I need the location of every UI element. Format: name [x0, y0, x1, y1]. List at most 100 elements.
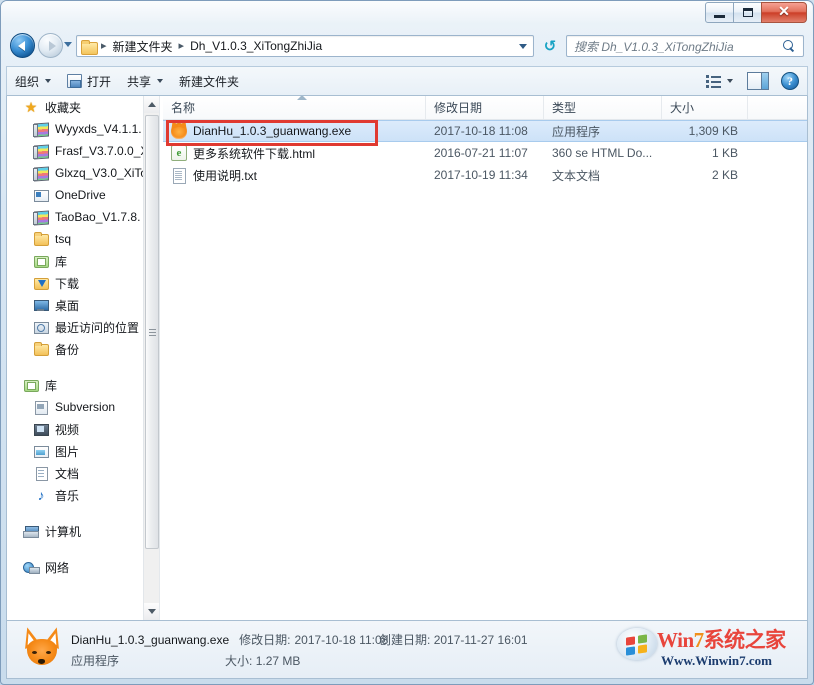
table-row[interactable]: DianHu_1.0.3_guanwang.exe 2017-10-18 11:…	[163, 120, 807, 142]
organize-button[interactable]: 组织	[7, 69, 59, 93]
scrollbar-thumb[interactable]	[145, 115, 159, 549]
sidebar-group-favorites[interactable]: ★ 收藏夹	[7, 96, 159, 118]
close-button[interactable]: ✕	[761, 2, 807, 23]
column-header-date[interactable]: 修改日期	[426, 96, 544, 119]
forward-arrow-icon	[48, 40, 56, 51]
details-size-label: 大小:	[225, 654, 253, 668]
details-line-secondary: 应用程序	[71, 652, 119, 669]
details-size-block: 大小: 1.27 MB	[225, 652, 300, 669]
sidebar-item-backup[interactable]: 备份	[7, 338, 159, 360]
sidebar-group-libraries[interactable]: 库	[7, 374, 159, 396]
sidebar-item-tsq[interactable]: tsq	[7, 228, 159, 250]
preview-pane-icon	[748, 73, 761, 89]
star-icon: ★	[24, 99, 38, 115]
view-mode-icon	[706, 74, 721, 88]
address-bar[interactable]: ▸ 新建文件夹 ▸ Dh_V1.0.3_XiTongZhiJia	[76, 35, 534, 57]
sidebar-item-wyyxds[interactable]: Wyyxds_V4.1.1.	[7, 118, 159, 140]
table-row[interactable]: 使用说明.txt 2017-10-19 11:34 文本文档 2 KB	[163, 164, 807, 186]
sidebar-item-label: tsq	[55, 232, 72, 246]
sidebar-item-pictures[interactable]: 图片	[7, 440, 159, 462]
table-row[interactable]: e 更多系统软件下载.html 2016-07-21 11:07 360 se …	[163, 142, 807, 164]
scroll-down-button[interactable]	[144, 603, 159, 620]
document-icon	[33, 465, 49, 481]
sidebar-item-label: TaoBao_V1.7.8.	[55, 210, 141, 224]
subversion-icon	[33, 399, 49, 415]
navigation-pane: ★ 收藏夹 Wyyxds_V4.1.1. Frasf_V3.7.0.0_X Gl…	[7, 96, 159, 620]
file-name-label: DianHu_1.0.3_guanwang.exe	[193, 124, 352, 138]
forward-button[interactable]	[38, 33, 63, 58]
refresh-button[interactable]: ↺	[540, 36, 560, 56]
breadcrumb-item-0[interactable]: 新建文件夹	[110, 37, 176, 56]
sidebar-item-documents[interactable]: 文档	[7, 462, 159, 484]
help-button[interactable]: ?	[781, 72, 799, 90]
sidebar-item-label: 视频	[55, 422, 80, 437]
sidebar-group-computer[interactable]: 计算机	[7, 520, 159, 542]
onedrive-icon	[33, 187, 49, 203]
folder-icon	[33, 341, 49, 357]
sidebar-item-subversion[interactable]: Subversion	[7, 396, 159, 418]
column-header-type[interactable]: 类型	[544, 96, 662, 119]
new-folder-label: 新建文件夹	[179, 74, 240, 89]
sidebar-item-taobao[interactable]: TaoBao_V1.7.8.	[7, 206, 159, 228]
maximize-button[interactable]	[733, 2, 762, 23]
share-button[interactable]: 共享	[119, 69, 171, 93]
sidebar-item-label: Subversion	[55, 400, 116, 414]
watermark-seven-text: 7	[693, 628, 705, 652]
column-headers: 名称 修改日期 类型 大小	[163, 96, 807, 120]
close-icon: ✕	[778, 4, 790, 20]
watermark-title: Win7系统之家	[657, 624, 786, 654]
file-date-cell: 2017-10-18 11:08	[434, 124, 528, 138]
title-bar: ✕	[0, 0, 814, 28]
download-icon	[33, 275, 49, 291]
fox-app-icon	[19, 625, 65, 669]
maximize-icon	[742, 8, 753, 17]
sidebar-item-label: Wyyxds_V4.1.1.	[55, 122, 142, 136]
preview-pane-button[interactable]	[747, 72, 769, 90]
sidebar-item-library-fav[interactable]: 库	[7, 250, 159, 272]
stack-icon	[33, 143, 49, 159]
picture-icon	[33, 443, 49, 459]
column-header-name[interactable]: 名称	[163, 96, 426, 119]
folder-icon	[33, 231, 49, 247]
sidebar-item-desktop[interactable]: 桌面	[7, 294, 159, 316]
sidebar-item-videos[interactable]: 视频	[7, 418, 159, 440]
share-label: 共享	[127, 74, 152, 89]
sidebar-item-onedrive[interactable]: OneDrive	[7, 184, 159, 206]
sidebar-item-glxzq[interactable]: Glxzq_V3.0_XiTo	[7, 162, 159, 184]
sidebar-item-music[interactable]: ♪ 音乐	[7, 484, 159, 506]
file-name-label: 使用说明.txt	[193, 168, 258, 183]
watermark-url: Www.Winwin7.com	[661, 653, 772, 668]
file-date-cell: 2016-07-21 11:07	[434, 146, 528, 160]
details-created-label: 创建日期:	[379, 633, 431, 647]
file-size-cell: 1,309 KB	[688, 124, 738, 138]
sidebar-item-recent-places[interactable]: 最近访问的位置	[7, 316, 159, 338]
open-label: 打开	[87, 74, 112, 89]
scroll-up-button[interactable]	[144, 96, 159, 113]
breadcrumb-item-1[interactable]: Dh_V1.0.3_XiTongZhiJia	[187, 38, 325, 54]
back-button[interactable]	[10, 33, 35, 58]
navigation-scrollbar[interactable]	[143, 96, 159, 620]
search-input[interactable]: 搜索 Dh_V1.0.3_XiTongZhiJia	[566, 35, 804, 57]
sidebar-item-label: 备份	[55, 342, 80, 357]
file-date-cell: 2017-10-19 11:34	[434, 168, 528, 182]
sidebar-item-label: 桌面	[55, 298, 80, 313]
details-size-value: 1.27 MB	[255, 654, 301, 668]
history-dropdown-icon[interactable]	[64, 42, 72, 47]
desktop-icon	[33, 297, 49, 313]
open-button[interactable]: 打开	[59, 69, 119, 93]
new-folder-button[interactable]: 新建文件夹	[171, 69, 247, 93]
watermark-cn-text: 系统之家	[703, 628, 787, 652]
file-name-cell: e 更多系统软件下载.html	[163, 145, 426, 162]
view-mode-button[interactable]	[702, 69, 737, 93]
column-header-size[interactable]: 大小	[662, 96, 748, 119]
details-line-primary: DianHu_1.0.3_guanwang.exe 修改日期: 2017-10-…	[71, 631, 388, 648]
sidebar-item-label: 文档	[55, 466, 80, 481]
sidebar-item-frasf[interactable]: Frasf_V3.7.0.0_X	[7, 140, 159, 162]
search-icon	[783, 39, 796, 53]
sidebar-group-network[interactable]: 网络	[7, 556, 159, 578]
minimize-button[interactable]	[705, 2, 734, 23]
sidebar-item-downloads[interactable]: 下载	[7, 272, 159, 294]
chevron-down-icon	[45, 79, 52, 83]
sidebar-group-label: 库	[45, 378, 58, 393]
chevron-down-icon[interactable]	[519, 43, 527, 49]
